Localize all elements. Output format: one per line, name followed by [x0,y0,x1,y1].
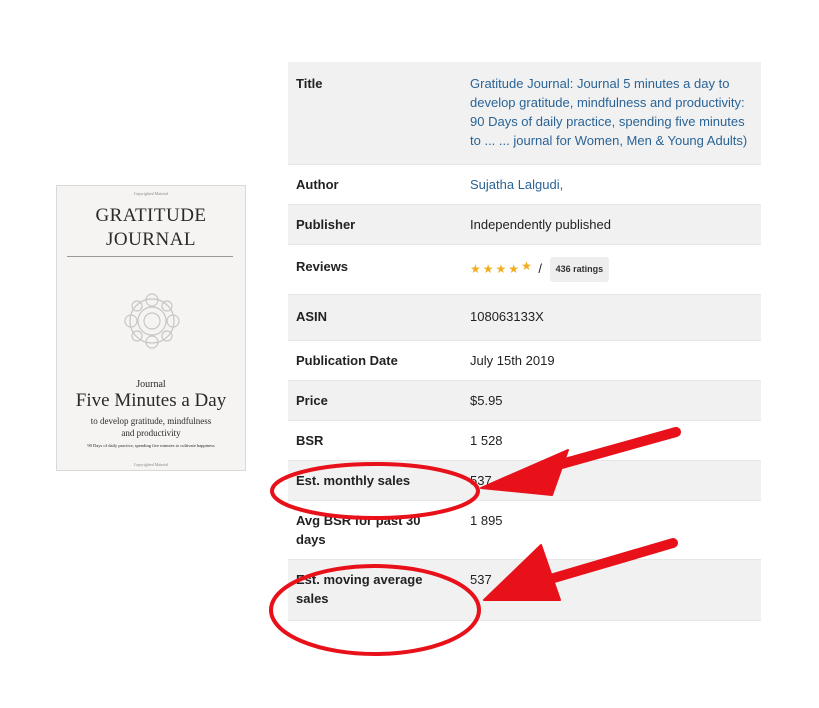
row-author: Author Sujatha Lalgudi, [288,164,761,205]
pubdate-value: July 15th 2019 [462,340,761,381]
title-value: Gratitude Journal: Journal 5 minutes a d… [462,62,761,165]
star-icon: ★ [508,262,522,276]
row-title: Title Gratitude Journal: Journal 5 minut… [288,62,761,165]
bsr-label: BSR [288,420,462,461]
row-publication-date: Publication Date July 15th 2019 [288,340,761,381]
ratings-count-badge[interactable]: 436 ratings [549,257,610,282]
price-value: $5.95 [462,380,761,421]
monthly-sales-value: 537 [462,460,761,501]
publisher-value: Independently published [462,204,761,245]
monthly-sales-label: Est. monthly sales [288,460,462,501]
asin-label: ASIN [288,294,462,341]
reviews-value: ★★★★★ / 436 ratings [462,244,761,295]
row-publisher: Publisher Independently published [288,204,761,245]
cover-divider [67,256,233,257]
author-link[interactable]: Sujatha Lalgudi, [470,177,563,192]
row-bsr: BSR 1 528 [288,420,761,461]
cover-footer-desc: 90 Days of daily practice, spending five… [87,443,215,448]
cover-title: GRATITUDE JOURNAL [95,205,207,250]
cover-copyright-top: Copyrighted Material [133,191,169,196]
cover-subtitle-desc: to develop gratitude, mindfulness and pr… [90,416,212,438]
star-icon: ★ [470,262,483,276]
row-avg-bsr: Avg BSR for past 30 days 1 895 [288,500,761,560]
reviews-label: Reviews [288,244,462,295]
pubdate-label: Publication Date [288,340,462,381]
moving-sales-label: Est. moving average sales [288,559,462,621]
book-cover-image: Copyrighted Material GRATITUDE JOURNAL J… [56,185,246,471]
star-icon: ★ [482,262,496,276]
star-rating: ★★★★★ [470,259,536,276]
publisher-label: Publisher [288,204,462,245]
half-star-icon: ★ [521,259,532,273]
row-asin: ASIN 108063133X [288,294,761,341]
product-details-table: Title Gratitude Journal: Journal 5 minut… [288,62,761,621]
rating-separator: / [538,261,543,276]
cover-copyright-bottom: Copyrighted Material [133,462,169,467]
row-price: Price $5.95 [288,380,761,421]
asin-value: 108063133X [462,294,761,341]
avg-bsr-value: 1 895 [462,500,761,560]
star-icon: ★ [495,262,509,276]
title-label: Title [288,62,462,165]
price-label: Price [288,380,462,421]
author-label: Author [288,164,462,205]
moving-sales-value: 537 [462,559,761,621]
bsr-value: 1 528 [462,420,761,461]
avg-bsr-label: Avg BSR for past 30 days [288,500,462,560]
row-moving-average-sales: Est. moving average sales 537 [288,559,761,621]
title-link[interactable]: Gratitude Journal: Journal 5 minutes a d… [470,76,747,148]
author-value: Sujatha Lalgudi, [462,164,761,205]
row-reviews: Reviews ★★★★★ / 436 ratings [288,244,761,295]
mandala-emblem-icon [124,293,180,349]
row-monthly-sales: Est. monthly sales 537 [288,460,761,501]
cover-subtitle-small: Journal [136,379,166,390]
cover-subtitle-main: Five Minutes a Day [75,390,227,411]
